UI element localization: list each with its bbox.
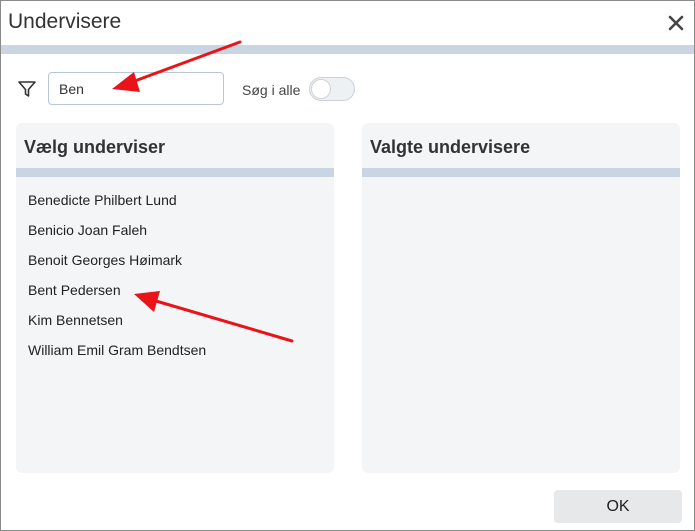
available-teachers-panel: Vælg underviser Benedicte Philbert Lund B… (16, 123, 334, 473)
list-item[interactable]: Benoit Georges Høimark (16, 245, 334, 275)
selected-panel-divider (362, 168, 680, 177)
filter-icon[interactable] (17, 79, 37, 99)
available-teachers-list: Benedicte Philbert Lund Benicio Joan Fale… (16, 185, 334, 365)
available-teachers-title: Vælg underviser (24, 137, 166, 157)
list-item[interactable]: Benicio Joan Faleh (16, 215, 334, 245)
search-all-toggle[interactable] (309, 77, 355, 101)
selected-teachers-title: Valgte undervisere (370, 137, 531, 157)
search-all-label: Søg i alle (242, 82, 301, 98)
toggle-knob (311, 79, 331, 99)
list-item[interactable]: William Emil Gram Bendtsen (16, 335, 334, 365)
search-input[interactable] (48, 72, 224, 105)
title-divider (1, 45, 694, 54)
list-item[interactable]: Benedicte Philbert Lund (16, 185, 334, 215)
close-icon[interactable] (665, 12, 687, 34)
list-item[interactable]: Bent Pedersen (16, 275, 334, 305)
selected-teachers-panel: Valgte undervisere (362, 123, 680, 473)
list-item[interactable]: Kim Bennetsen (16, 305, 334, 335)
ok-button[interactable]: OK (554, 490, 682, 523)
dialog: Undervisere Søg i alle Vælg underviser B… (0, 0, 695, 531)
dialog-title: Undervisere (8, 10, 122, 33)
available-panel-divider (16, 168, 334, 177)
